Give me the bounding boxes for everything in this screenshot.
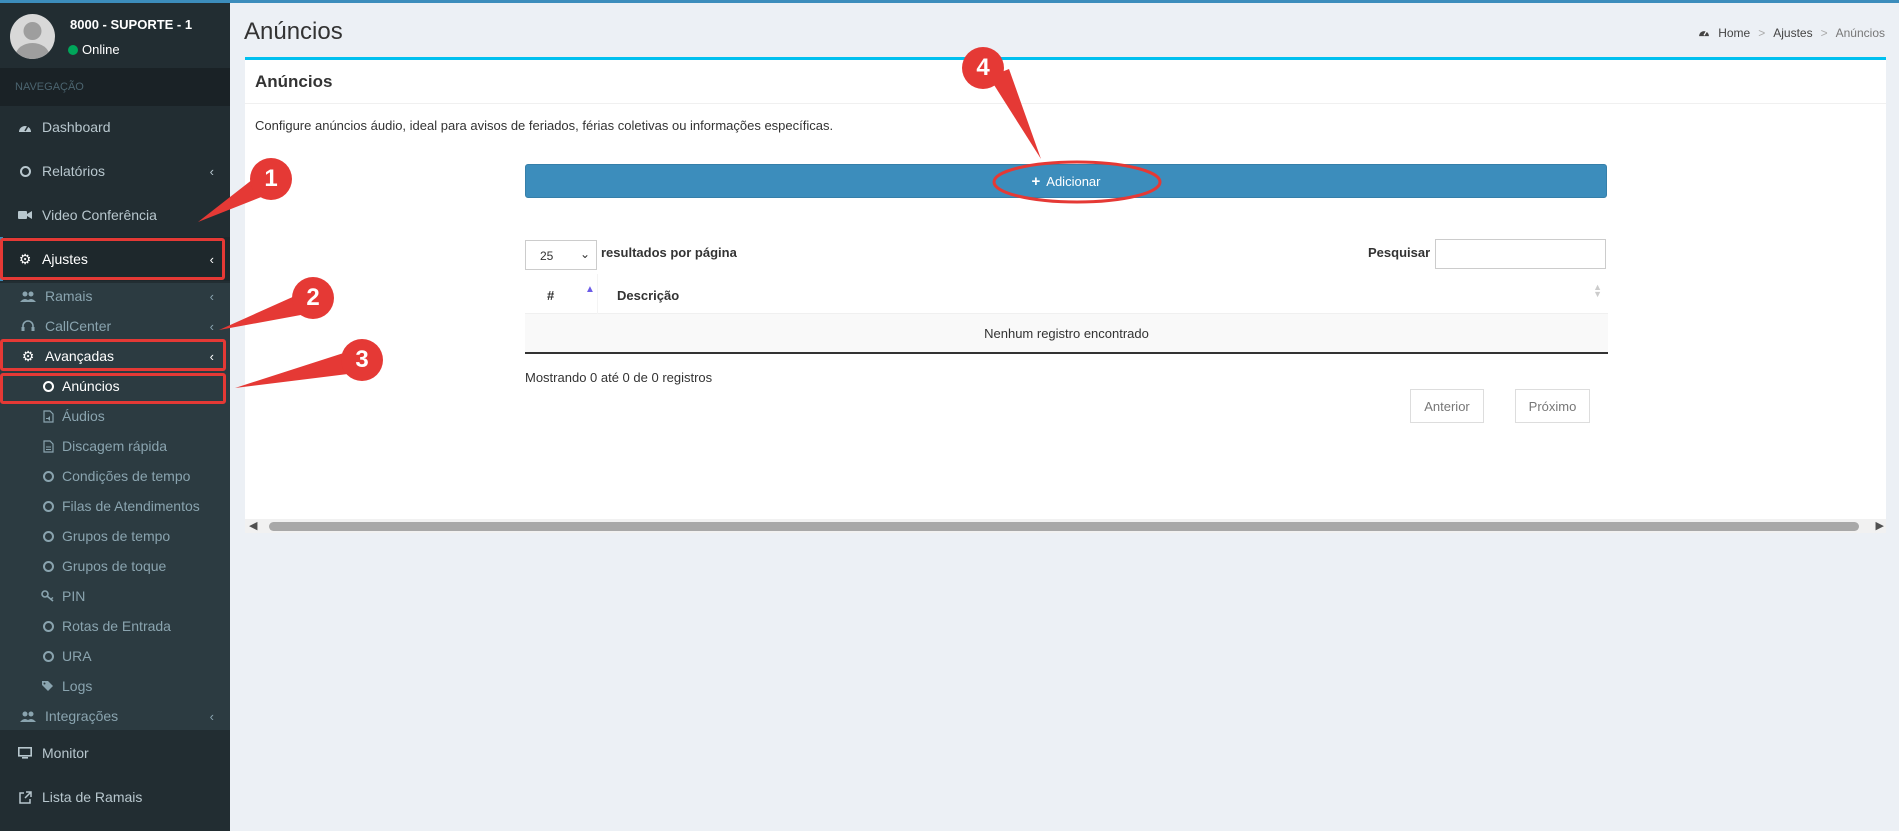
- sort-both-icon: ▲ ▼: [1593, 282, 1602, 299]
- breadcrumb-separator: >: [1820, 26, 1828, 40]
- breadcrumb-ajustes[interactable]: Ajustes: [1773, 26, 1812, 40]
- sidebar-item-discagem[interactable]: Discagem rápida: [0, 431, 230, 461]
- user-name: 8000 - SUPORTE - 1: [70, 17, 193, 32]
- box-description: Configure anúncios áudio, ideal para avi…: [255, 118, 834, 133]
- monitor-icon: [17, 747, 33, 759]
- circle-icon: [40, 620, 56, 632]
- horizontal-scrollbar[interactable]: ◀ ▶: [245, 519, 1886, 533]
- chevron-left-icon: ‹: [209, 163, 214, 179]
- highlight-avancadas: [0, 339, 226, 371]
- breadcrumb-separator: >: [1758, 26, 1766, 40]
- scroll-right-arrow-icon[interactable]: ▶: [1876, 519, 1884, 532]
- circle-icon: [17, 165, 33, 177]
- circle-icon: [40, 560, 56, 572]
- sidebar-item-filas[interactable]: Filas de Atendimentos: [0, 491, 230, 521]
- circle-icon: [40, 500, 56, 512]
- sidebar-item-rotas[interactable]: Rotas de Entrada: [0, 611, 230, 641]
- sidebar-item-condicoes[interactable]: Condições de tempo: [0, 461, 230, 491]
- sidebar-item-ramais[interactable]: Ramais ‹: [0, 281, 230, 311]
- key-icon: [40, 590, 56, 602]
- dashboard-icon: [1698, 26, 1710, 40]
- sidebar-item-integracoes[interactable]: Integrações ‹: [0, 701, 230, 731]
- chevron-left-icon: ‹: [209, 318, 214, 334]
- highlight-anuncios: [0, 373, 226, 404]
- sidebar-item-logs[interactable]: Logs: [0, 671, 230, 701]
- highlight-ajustes: [0, 238, 225, 280]
- sort-asc-icon: ▲: [585, 284, 595, 295]
- content-box: Anúncios Configure anúncios áudio, ideal…: [245, 57, 1886, 533]
- callout-badge-1: 1: [250, 158, 292, 200]
- audio-file-icon: [40, 409, 56, 423]
- circle-icon: [40, 470, 56, 482]
- file-icon: [40, 439, 56, 453]
- online-dot-icon: [68, 44, 78, 55]
- user-status: Online: [68, 42, 120, 57]
- chevron-left-icon: ‹: [209, 708, 214, 724]
- users-icon: [20, 711, 36, 722]
- search-input[interactable]: [1435, 239, 1606, 269]
- external-link-icon: [17, 790, 33, 804]
- avatar: [10, 14, 55, 59]
- callout-badge-4: 4: [962, 47, 1004, 89]
- circle-icon: [40, 530, 56, 542]
- sidebar-item-lista-ramais[interactable]: Lista de Ramais: [0, 775, 230, 819]
- nav-header: NAVEGAÇÃO: [0, 68, 230, 106]
- add-button[interactable]: + Adicionar: [525, 164, 1607, 198]
- chevron-left-icon: ‹: [209, 288, 214, 304]
- column-header-number[interactable]: #: [547, 288, 554, 303]
- column-divider: [597, 274, 598, 314]
- scroll-left-arrow-icon[interactable]: ◀: [249, 519, 257, 532]
- breadcrumb-current: Anúncios: [1835, 26, 1885, 40]
- sidebar-item-monitor[interactable]: Monitor: [0, 731, 230, 775]
- circle-icon: [40, 650, 56, 662]
- per-page-label: resultados por página: [601, 245, 737, 260]
- callout-badge-2: 2: [292, 277, 334, 319]
- top-accent-bar: [0, 0, 1899, 3]
- sidebar-item-grupos-tempo[interactable]: Grupos de tempo: [0, 521, 230, 551]
- next-page-button[interactable]: Próximo: [1515, 389, 1590, 423]
- table-empty-row: Nenhum registro encontrado: [525, 314, 1608, 354]
- tags-icon: [40, 680, 56, 692]
- video-camera-icon: [17, 210, 33, 220]
- sidebar-item-video[interactable]: Video Conferência: [0, 193, 230, 237]
- users-icon: [20, 291, 36, 302]
- page-title: Anúncios: [244, 18, 343, 45]
- breadcrumb-home[interactable]: Home: [1718, 26, 1750, 40]
- sidebar-item-relatorios[interactable]: Relatórios ‹: [0, 149, 230, 193]
- callout-badge-3: 3: [341, 339, 383, 381]
- headset-icon: [20, 320, 36, 332]
- data-table: # ▲ Descrição ▲ ▼ Nenhum registro encontr…: [525, 274, 1608, 354]
- user-panel: 8000 - SUPORTE - 1 Online: [0, 0, 230, 68]
- scrollbar-thumb[interactable]: [269, 522, 1859, 531]
- breadcrumb: Home > Ajustes > Anúncios: [1698, 26, 1885, 40]
- dashboard-icon: [17, 121, 33, 133]
- chevron-down-icon: ⌄: [579, 247, 590, 261]
- sidebar-item-dashboard[interactable]: Dashboard: [0, 105, 230, 149]
- sidebar-item-grupos-toque[interactable]: Grupos de toque: [0, 551, 230, 581]
- box-divider: [245, 103, 1886, 104]
- previous-page-button[interactable]: Anterior: [1410, 389, 1484, 423]
- page-size-select[interactable]: 25 ⌄: [525, 240, 597, 270]
- search-label: Pesquisar: [1368, 245, 1431, 260]
- sidebar-item-ura[interactable]: URA: [0, 641, 230, 671]
- box-title: Anúncios: [255, 72, 333, 91]
- plus-icon: +: [1031, 172, 1041, 190]
- table-header: # ▲ Descrição ▲ ▼: [525, 274, 1608, 314]
- table-info: Mostrando 0 até 0 de 0 registros: [525, 370, 713, 385]
- column-header-descricao[interactable]: Descrição: [617, 288, 679, 303]
- sidebar-item-pin[interactable]: PIN: [0, 581, 230, 611]
- sidebar-item-callcenter[interactable]: CallCenter ‹: [0, 311, 230, 341]
- sidebar-item-audios[interactable]: Áudios: [0, 401, 230, 431]
